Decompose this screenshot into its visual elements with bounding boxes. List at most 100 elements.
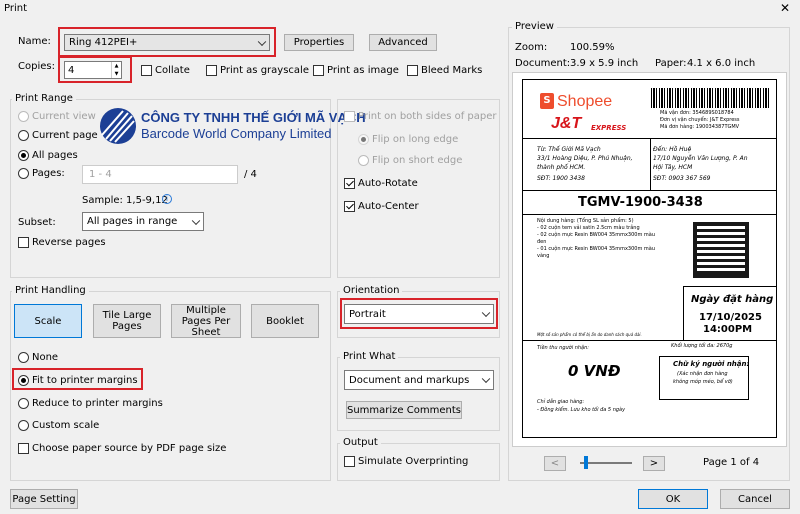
short-edge-label: Flip on short edge xyxy=(372,155,463,166)
page-setting-button[interactable]: Page Setting xyxy=(10,489,78,509)
page-slider-thumb[interactable] xyxy=(584,456,588,469)
auto-center-checkbox[interactable] xyxy=(344,201,355,212)
subset-select[interactable]: All pages in range xyxy=(82,212,204,231)
all-pages-radio[interactable] xyxy=(18,150,29,161)
sample-text: Sample: 1,5-9,12 xyxy=(82,195,168,206)
collate-checkbox[interactable] xyxy=(141,65,152,76)
overprint-checkbox[interactable] xyxy=(344,456,355,467)
barcode xyxy=(651,88,769,108)
image-checkbox[interactable] xyxy=(313,65,324,76)
print-what-select-value: Document and markups xyxy=(349,374,470,386)
page-indicator: Page 1 of 4 xyxy=(703,457,760,468)
tracking-line-2: Đơn vị vận chuyển: J&T Express xyxy=(660,117,740,123)
reverse-label: Reverse pages xyxy=(32,237,106,248)
from-line-3: thành phố HCM. xyxy=(537,164,586,171)
auto-rotate-label: Auto-Rotate xyxy=(358,178,418,189)
pages-label: Pages: xyxy=(32,168,65,179)
divider xyxy=(523,190,776,191)
highlight-copies xyxy=(58,56,132,83)
subset-select-value: All pages in range xyxy=(87,216,178,227)
from-line-4: SĐT: 1900 3438 xyxy=(537,175,585,182)
short-edge-radio[interactable] xyxy=(358,155,369,166)
long-edge-radio[interactable] xyxy=(358,134,369,145)
ok-button[interactable]: OK xyxy=(638,489,708,509)
image-label: Print as image xyxy=(327,65,399,76)
contents-line-5: - 01 cuộn mực Resin BW004 35mmx300m màu xyxy=(537,246,656,252)
weight-text: Khối lượng tối đa: 2670g xyxy=(671,343,733,349)
print-what-group xyxy=(337,357,500,431)
none-label: None xyxy=(32,352,59,363)
reverse-checkbox[interactable] xyxy=(18,237,29,248)
signature-note-2: không móp méo, bể vỡ) xyxy=(673,379,733,385)
close-icon[interactable]: ✕ xyxy=(780,1,790,15)
tile-button[interactable]: Tile Large Pages xyxy=(93,304,161,338)
chevron-down-icon xyxy=(481,374,491,384)
paper-value: 4.1 x 6.0 inch xyxy=(687,58,756,69)
print-range-title: Print Range xyxy=(12,93,76,104)
cod-label: Tiền thu người nhận: xyxy=(537,345,589,351)
from-line-2: 33/1 Hoàng Diệu, P. Phú Nhuận, xyxy=(537,155,633,162)
printer-name-label: Name: xyxy=(18,36,51,47)
overprint-label: Simulate Overprinting xyxy=(358,456,469,467)
all-pages-label: All pages xyxy=(32,150,78,161)
cod-value: 0 VNĐ xyxy=(568,362,621,380)
highlight-orientation xyxy=(340,298,498,329)
cancel-button[interactable]: Cancel xyxy=(720,489,790,509)
contents-line-1: Nội dung hàng: (Tổng SL sản phẩm: 5) xyxy=(537,218,634,224)
prev-page-button[interactable]: < xyxy=(544,456,566,471)
divider xyxy=(650,138,651,190)
grayscale-checkbox[interactable] xyxy=(206,65,217,76)
bleed-label: Bleed Marks xyxy=(421,65,483,76)
current-page-radio[interactable] xyxy=(18,130,29,141)
window-title: Print xyxy=(4,3,28,14)
subset-label: Subset: xyxy=(18,217,56,228)
both-sides-checkbox[interactable] xyxy=(344,111,355,122)
summarize-button[interactable]: Summarize Comments xyxy=(346,401,462,419)
to-line-4: SĐT: 0903 367 569 xyxy=(653,175,711,182)
pages-total: / 4 xyxy=(244,169,257,180)
reduce-radio[interactable] xyxy=(18,398,29,409)
auto-rotate-checkbox[interactable] xyxy=(344,178,355,189)
truncation-note: Một số sản phẩm có thể bị ẩn do danh sác… xyxy=(537,332,642,337)
next-page-button[interactable]: > xyxy=(643,456,665,471)
custom-radio[interactable] xyxy=(18,420,29,431)
tracking-line-3: Mã đơn hàng: 190034387TGMV xyxy=(660,124,740,130)
current-page-label: Current page xyxy=(32,130,98,141)
print-handling-title: Print Handling xyxy=(12,285,89,296)
paper-source-checkbox[interactable] xyxy=(18,443,29,454)
highlight-printer xyxy=(58,27,276,57)
bleed-checkbox[interactable] xyxy=(407,65,418,76)
booklet-button[interactable]: Booklet xyxy=(251,304,319,338)
info-icon[interactable]: i xyxy=(162,194,172,204)
reduce-label: Reduce to printer margins xyxy=(32,398,163,409)
multiple-pages-button[interactable]: Multiple Pages Per Sheet xyxy=(171,304,241,338)
grayscale-label: Print as grayscale xyxy=(220,65,309,76)
scale-button[interactable]: Scale xyxy=(14,304,82,338)
properties-button[interactable]: Properties xyxy=(284,34,354,51)
chevron-down-icon xyxy=(191,216,201,225)
shopee-bag-icon: S xyxy=(540,93,554,109)
pages-radio[interactable] xyxy=(18,168,29,179)
company-name-vn: CÔNG TY TNHH THẾ GIỚI MÃ VẠCH xyxy=(141,110,366,125)
shopee-logo-text: Shopee xyxy=(557,93,613,110)
order-code: TGMV-1900-3438 xyxy=(578,195,703,210)
order-date-title: Ngày đặt hàng xyxy=(691,294,774,305)
instruction-2: - Đồng kiểm. Lưu kho tối đa 5 ngày xyxy=(537,407,626,413)
current-view-label: Current view xyxy=(32,111,96,122)
pages-input[interactable]: 1 - 4 xyxy=(82,165,238,184)
both-sides-label: Print on both sides of paper xyxy=(358,111,497,122)
divider xyxy=(683,286,684,340)
contents-line-4: đen xyxy=(537,239,547,245)
document-label: Document: xyxy=(515,58,571,69)
current-view-radio[interactable] xyxy=(18,111,29,122)
company-name-en: Barcode World Company Limited xyxy=(141,126,332,141)
advanced-button[interactable]: Advanced xyxy=(369,34,437,51)
print-what-select[interactable]: Document and markups xyxy=(344,370,494,390)
order-date: 17/10/2025 xyxy=(699,312,762,323)
document-value: 3.9 x 5.9 inch xyxy=(570,58,639,69)
none-radio[interactable] xyxy=(18,352,29,363)
shipping-label: S Shopee J&T EXPRESS Mã vận đơn: 354689S… xyxy=(522,79,777,438)
signature-note-1: (Xác nhận đơn hàng xyxy=(677,371,728,377)
custom-label: Custom scale xyxy=(32,420,100,431)
instruction-1: Chỉ dẫn giao hàng: xyxy=(537,399,585,405)
